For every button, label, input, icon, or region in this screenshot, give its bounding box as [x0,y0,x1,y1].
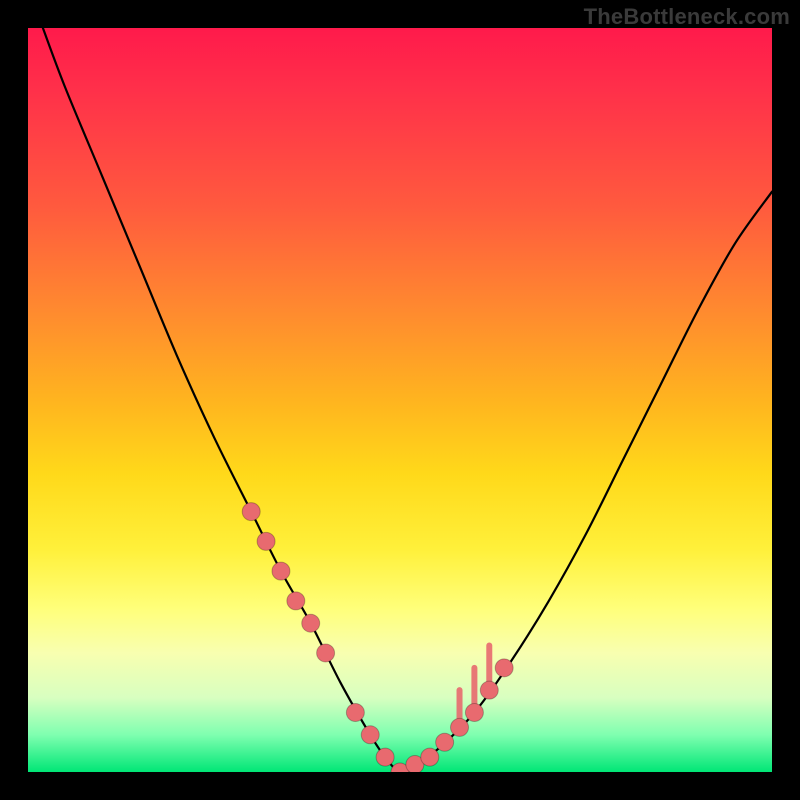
marker-point [302,614,320,632]
marker-point [436,733,454,751]
marker-point [376,748,394,766]
marker-point [317,644,335,662]
marker-point [272,562,290,580]
bottleneck-chart [28,28,772,772]
marker-point [257,532,275,550]
marker-point [287,592,305,610]
outer-frame: TheBottleneck.com [0,0,800,800]
watermark-text: TheBottleneck.com [584,4,790,30]
marker-point [242,503,260,521]
marker-points [242,503,513,772]
marker-point [495,659,513,677]
bottleneck-curve [43,28,772,772]
marker-point [451,718,469,736]
marker-point [346,703,364,721]
marker-point [480,681,498,699]
plot-area [28,28,772,772]
marker-point [361,726,379,744]
marker-point [421,748,439,766]
marker-point [465,703,483,721]
